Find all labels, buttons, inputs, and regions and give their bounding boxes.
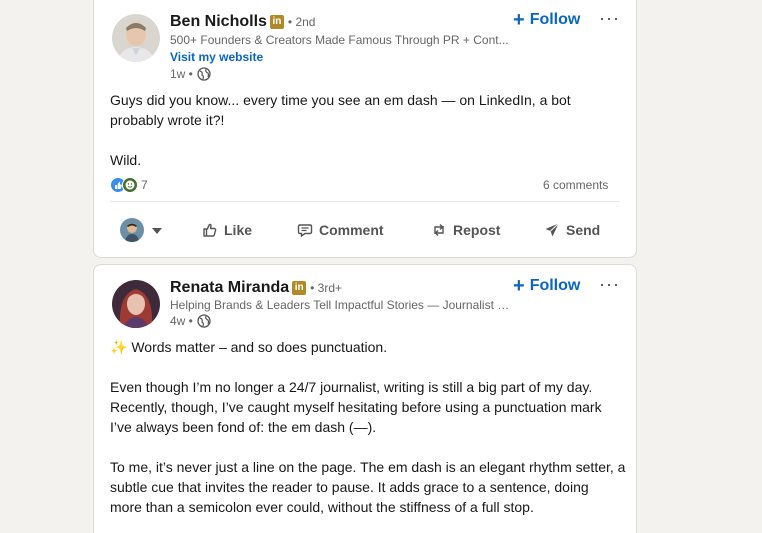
follow-label: Follow bbox=[529, 11, 581, 28]
chevron-down-icon bbox=[152, 221, 162, 239]
plus-icon: + bbox=[513, 275, 525, 297]
support-reaction-icon bbox=[122, 177, 138, 193]
repost-icon bbox=[434, 224, 444, 236]
author-headline: 500+ Founders & Creators Made Famous Thr… bbox=[170, 33, 509, 47]
send-button[interactable]: Send bbox=[544, 222, 600, 238]
post-body: ✨ Words matter – and so does punctuation… bbox=[110, 337, 625, 517]
post-body-line bbox=[110, 437, 625, 457]
like-button[interactable]: Like bbox=[202, 222, 252, 238]
like-icon bbox=[203, 223, 217, 237]
comment-icon bbox=[297, 224, 313, 238]
author-headline: Helping Brands & Leaders Tell Impactful … bbox=[170, 298, 510, 312]
author-avatar[interactable] bbox=[112, 14, 160, 62]
post-body-line bbox=[110, 130, 571, 150]
repost-label: Repost bbox=[453, 222, 501, 238]
follow-label: Follow bbox=[529, 277, 581, 294]
post-body: Guys did you know... every time you see … bbox=[110, 90, 571, 170]
follow-button[interactable]: + Follow bbox=[513, 10, 580, 30]
post-body-line: ✨ Words matter – and so does punctuation… bbox=[110, 339, 388, 355]
post-meta: 1w • bbox=[170, 67, 211, 81]
comments-count-link[interactable]: 6 comments bbox=[543, 178, 608, 192]
post-body-line: I’ve always been fond of: the em dash (—… bbox=[110, 419, 377, 435]
connection-degree: • 3rd+ bbox=[310, 281, 343, 295]
globe-icon bbox=[197, 67, 211, 81]
reaction-count: 7 bbox=[141, 178, 148, 192]
author-avatar[interactable] bbox=[112, 280, 160, 328]
comment-button[interactable]: Comment bbox=[297, 222, 384, 238]
send-label: Send bbox=[566, 222, 601, 238]
comment-label: Comment bbox=[319, 222, 384, 238]
visit-website-link[interactable]: Visit my website bbox=[170, 50, 263, 64]
post-body-line: probably wrote it?! bbox=[110, 112, 225, 128]
more-options-icon[interactable]: ··· bbox=[599, 274, 620, 295]
plus-icon: + bbox=[513, 9, 525, 31]
linkedin-premium-icon: in bbox=[292, 281, 307, 295]
post-body-line: more than a semicolon ever could, withou… bbox=[110, 499, 534, 515]
post-body-line: Guys did you know... every time you see … bbox=[110, 92, 571, 108]
post-time: 1w • bbox=[170, 67, 193, 81]
post-body-line: Wild. bbox=[110, 152, 142, 168]
post-time: 4w • bbox=[170, 314, 193, 328]
divider bbox=[110, 201, 620, 202]
author-name[interactable]: Ben Nicholls bbox=[170, 13, 267, 31]
post-body-line: To me, it’s never just a line on the pag… bbox=[110, 459, 626, 475]
globe-icon bbox=[197, 314, 211, 328]
follow-button[interactable]: + Follow bbox=[513, 276, 580, 296]
post-body-line: Recently, though, I’ve caught myself hes… bbox=[110, 399, 602, 415]
viewer-avatar bbox=[120, 218, 144, 242]
author-name[interactable]: Renata Miranda bbox=[170, 279, 289, 297]
reactions-summary[interactable]: 7 bbox=[110, 177, 148, 193]
feed-post: Renata Miranda in • 3rd+ Helping Brands … bbox=[93, 264, 637, 533]
post-body-line: Even though I’m no longer a 24/7 journal… bbox=[110, 379, 593, 395]
connection-degree: • 2nd bbox=[287, 15, 316, 29]
feed-post: Ben Nicholls in • 2nd 500+ Founders & Cr… bbox=[93, 0, 637, 258]
reaction-actor-switcher[interactable] bbox=[120, 218, 162, 242]
post-body-line: subtle cue that invites the reader to pa… bbox=[110, 479, 589, 495]
send-icon bbox=[545, 223, 559, 237]
more-options-icon[interactable]: ··· bbox=[599, 8, 620, 29]
post-meta: 4w • bbox=[170, 314, 211, 328]
post-body-line bbox=[110, 357, 625, 377]
repost-button[interactable]: Repost bbox=[431, 222, 500, 238]
like-label: Like bbox=[224, 222, 253, 238]
linkedin-premium-icon: in bbox=[269, 15, 284, 29]
